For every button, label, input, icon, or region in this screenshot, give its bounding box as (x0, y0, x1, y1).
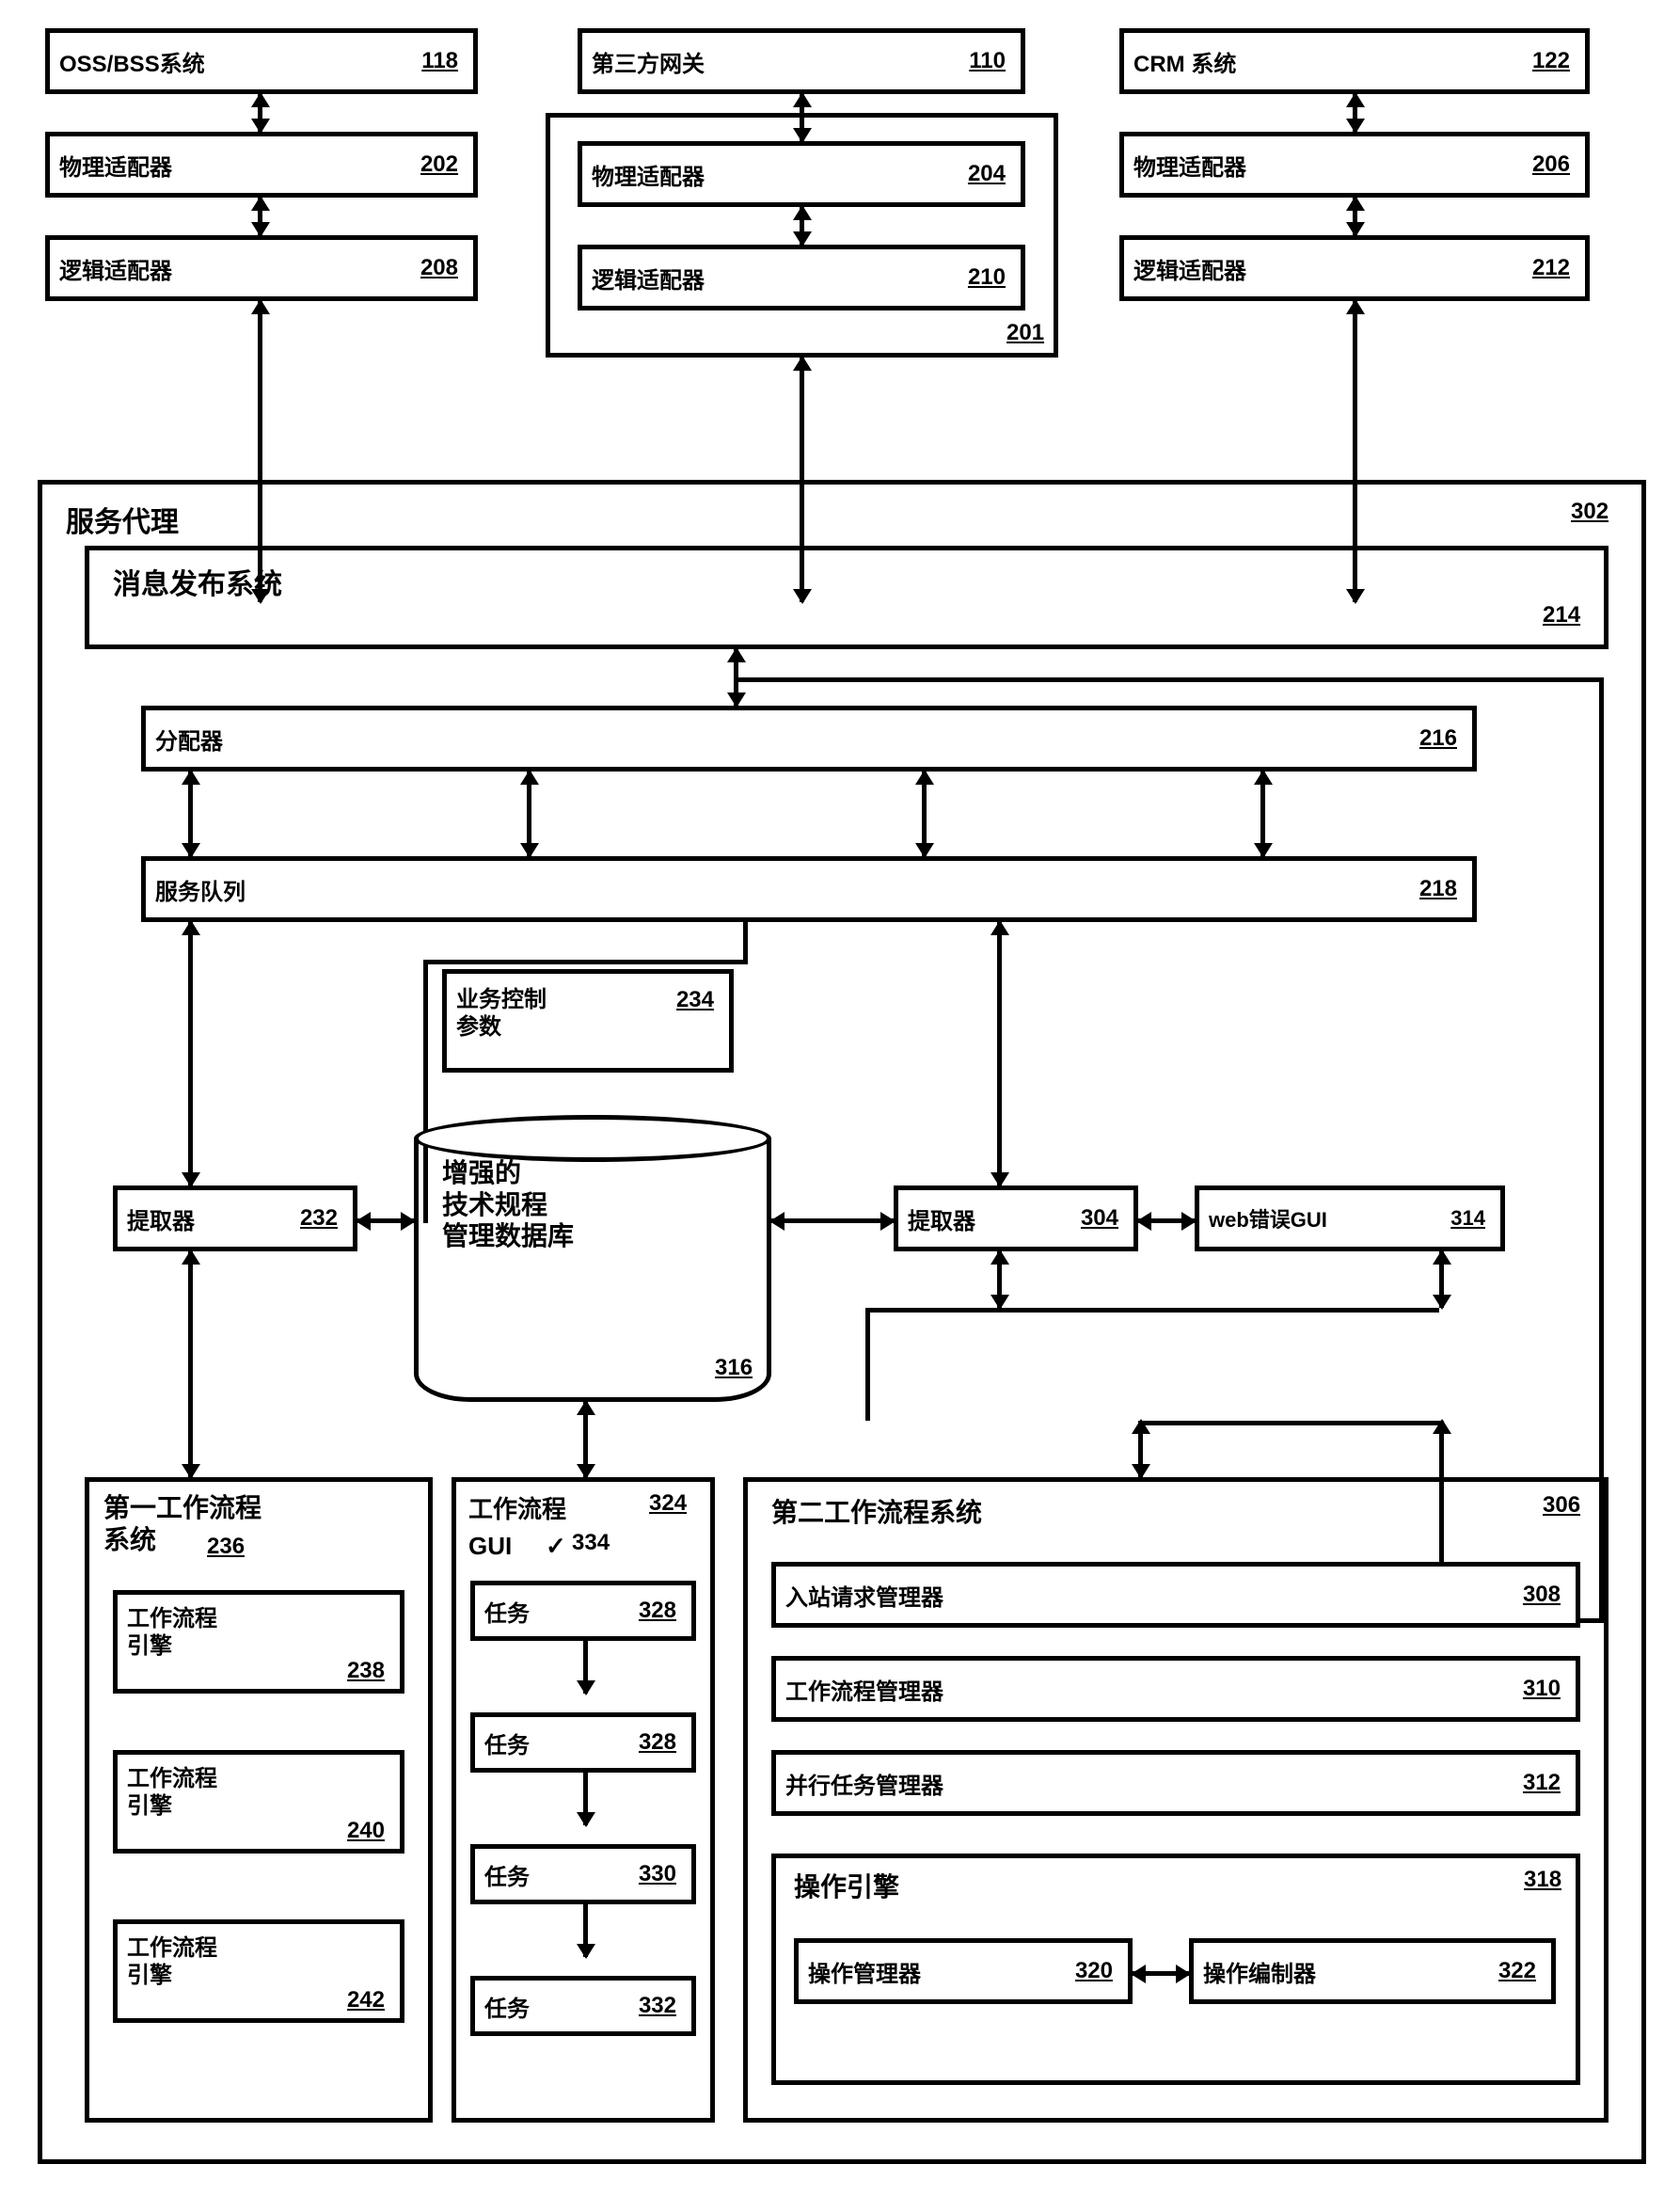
parallel-task-mgr: 并行任务管理器 312 (771, 1750, 1580, 1816)
diagram-canvas: OSS/BSS系统 118 物理适配器 202 逻辑适配器 208 第三方网关 … (19, 19, 1661, 2177)
arrow (583, 1641, 588, 1694)
arrow (997, 1251, 1002, 1308)
task-4: 任务 332 (470, 1976, 696, 2036)
wf-engine-2: 工作流程 引擎 240 (113, 1750, 404, 1854)
arrow (357, 1218, 414, 1223)
service-agent-num: 302 (1571, 499, 1609, 525)
extractor-1: 提取器 232 (113, 1186, 357, 1251)
workflow-sys-1-num: 236 (207, 1534, 245, 1560)
arrow (258, 94, 262, 132)
logic-adapter-2: 逻辑适配器 210 (578, 245, 1025, 310)
checkmark-icon: ✓ (546, 1532, 566, 1561)
workflow-gui-gui: GUI (468, 1532, 512, 1561)
arrow (258, 198, 262, 235)
third-party-gateway: 第三方网关 110 (578, 28, 1025, 94)
arrow (583, 1904, 588, 1957)
service-agent-title: 服务代理 (66, 499, 179, 540)
phys-adapter-1: 物理适配器 202 (45, 132, 478, 198)
arrow (527, 772, 531, 856)
arrow (771, 1218, 894, 1223)
workflow-gui-title: 工作流程 (468, 1490, 566, 1525)
arrow (1133, 1971, 1189, 1976)
arrow (1439, 1251, 1444, 1308)
msg-pub-frame (85, 546, 1609, 649)
crm-box: CRM 系统 122 (1119, 28, 1590, 94)
arrow (1353, 198, 1357, 235)
line (734, 677, 1599, 682)
op-engine-title: 操作引擎 (794, 1867, 899, 1904)
task-3: 任务 330 (470, 1844, 696, 1904)
msg-pub-label: 消息发布系统 (113, 561, 282, 602)
arrow (800, 207, 804, 245)
arrow (997, 922, 1002, 1186)
arrow (188, 922, 193, 1186)
arrow (1138, 1421, 1143, 1477)
phys-adapter-2: 物理适配器 204 (578, 141, 1025, 207)
arrow (188, 772, 193, 856)
allocator-box: 分配器 216 (141, 706, 1477, 772)
workflow-sys-2-num: 306 (1543, 1492, 1580, 1519)
service-queue-box: 服务队列 218 (141, 856, 1477, 922)
workflow-sys-2-title: 第二工作流程系统 (771, 1492, 982, 1530)
arrow (1138, 1218, 1195, 1223)
workflow-mgr: 工作流程管理器 310 (771, 1656, 1580, 1722)
line (423, 960, 748, 964)
wf-engine-3: 工作流程 引擎 242 (113, 1919, 404, 2023)
arrow (188, 1251, 193, 1477)
op-engine-num: 318 (1524, 1867, 1561, 1893)
logic-adapter-3: 逻辑适配器 212 (1119, 235, 1590, 301)
db-label: 增强的 技术规程 管理数据库 (442, 1157, 574, 1252)
line (865, 1308, 870, 1421)
msg-pub-num: 214 (1543, 602, 1580, 629)
op-manager: 操作管理器 320 (794, 1938, 1133, 2004)
oss-bss-label: OSS/BSS系统 (59, 45, 421, 78)
logic-adapter-1: 逻辑适配器 208 (45, 235, 478, 301)
inbound-req-mgr: 入站请求管理器 308 (771, 1562, 1580, 1628)
workflow-gui-num: 324 (649, 1490, 687, 1517)
oss-bss-num: 118 (421, 48, 464, 74)
biz-ctrl-params: 业务控制 参数 234 (442, 969, 734, 1073)
oss-bss-box: OSS/BSS系统 118 (45, 28, 478, 94)
arrow (1353, 94, 1357, 132)
arrow (1260, 772, 1265, 856)
db-num: 316 (715, 1355, 753, 1381)
line (1138, 1421, 1444, 1425)
arrow (922, 772, 927, 856)
op-composer: 操作编制器 322 (1189, 1938, 1556, 2004)
task-2: 任务 328 (470, 1712, 696, 1773)
line (865, 1308, 1439, 1313)
dash-num: 201 (1006, 320, 1044, 346)
line (743, 922, 748, 960)
wf-engine-1: 工作流程 引擎 238 (113, 1590, 404, 1694)
arrow (583, 1402, 588, 1477)
extractor-2: 提取器 304 (894, 1186, 1138, 1251)
workflow-gui-mark-num: 334 (572, 1530, 610, 1556)
arrow (583, 1773, 588, 1825)
web-error-gui: web错误GUI 314 (1195, 1186, 1505, 1251)
task-1: 任务 328 (470, 1581, 696, 1641)
phys-adapter-3: 物理适配器 206 (1119, 132, 1590, 198)
